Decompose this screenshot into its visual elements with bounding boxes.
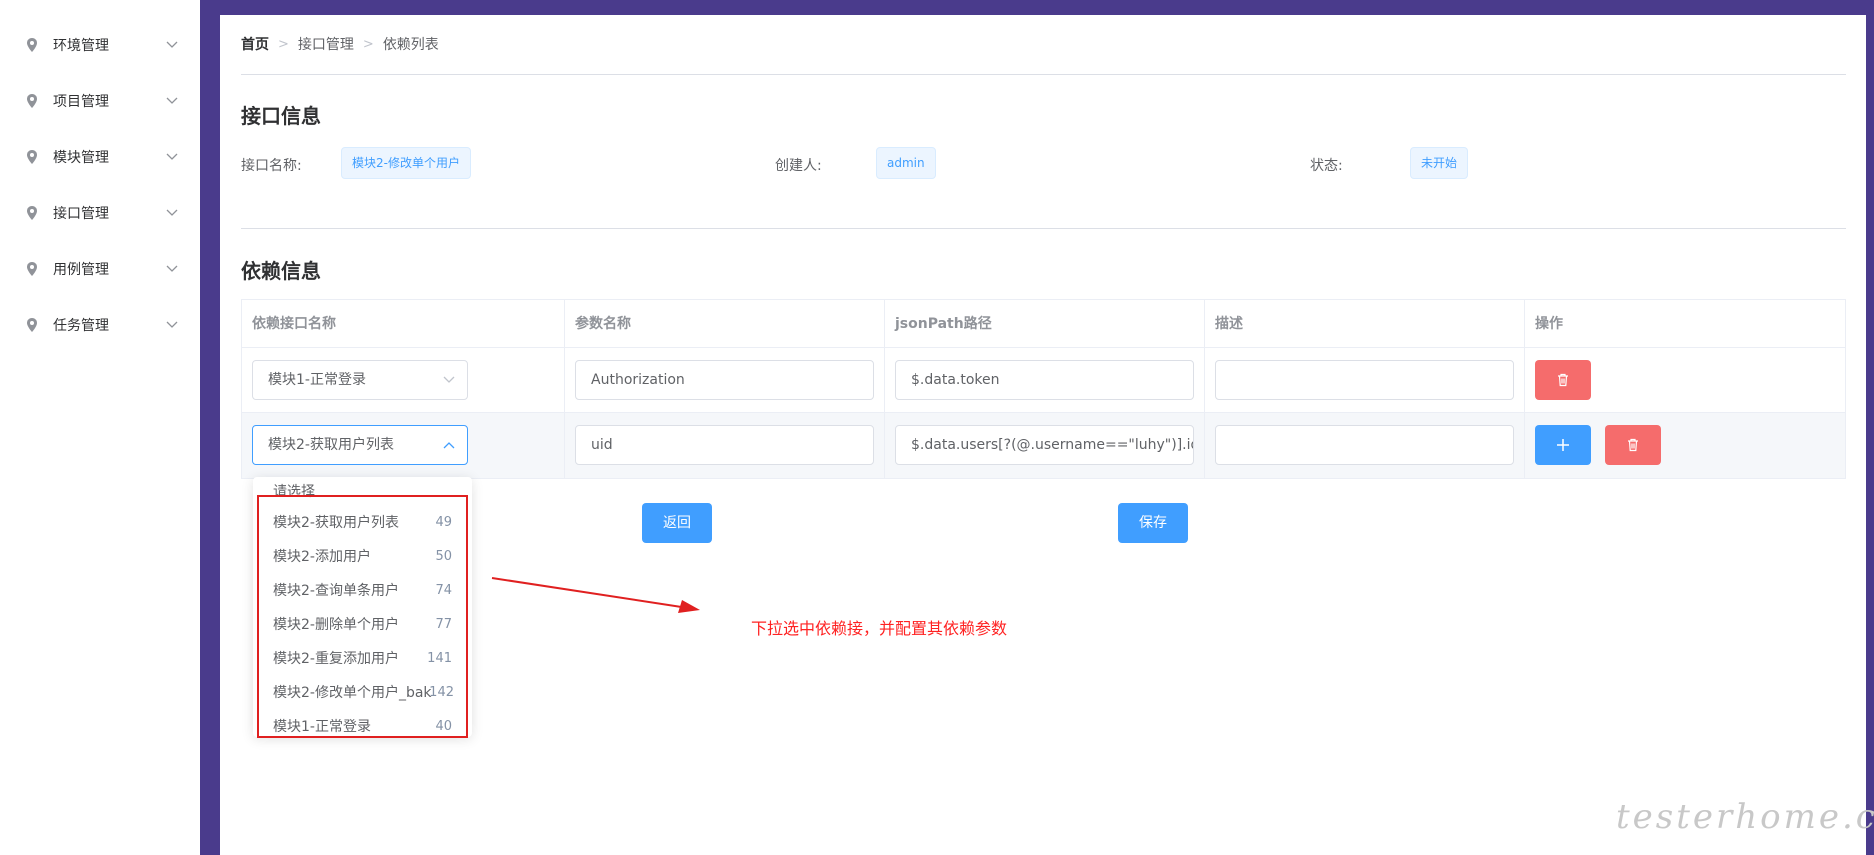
sidebar-item-label: 任务管理 (53, 318, 109, 334)
column-header: 操作 (1535, 316, 1563, 332)
column-header: 依赖接口名称 (242, 300, 565, 348)
chevron-up-icon (443, 442, 455, 449)
description-input[interactable] (1215, 425, 1514, 465)
breadcrumb-current: 依赖列表 (382, 37, 439, 53)
sidebar-item-label: 用例管理 (53, 262, 109, 278)
status-label: 状态: (1310, 158, 1343, 174)
location-pin-icon (27, 150, 37, 164)
breadcrumb-interface[interactable]: 接口管理 (298, 34, 354, 54)
watermark: testerhome.com (1616, 797, 1874, 837)
plus-icon (1557, 439, 1569, 451)
creator-tag: admin (876, 147, 936, 179)
breadcrumb: 首页 > 接口管理 > 依赖列表 (241, 34, 439, 54)
column-header: jsonPath路径 (885, 300, 1205, 348)
dependency-interface-select[interactable]: 模块1-正常登录 (252, 360, 468, 400)
param-name-input[interactable]: Authorization (575, 360, 874, 400)
chevron-down-icon (166, 97, 178, 104)
annotation-text: 下拉选中依赖接，并配置其依赖参数 (751, 619, 1008, 638)
divider (241, 74, 1846, 75)
delete-button[interactable] (1605, 425, 1661, 465)
breadcrumb-home[interactable]: 首页 (241, 34, 269, 54)
sidebar-item-interface[interactable]: 接口管理 (0, 185, 200, 241)
table-row: 模块2-获取用户列表 uid $.data.users[?(@.username… (242, 413, 1845, 478)
dependency-info-title: 依赖信息 (241, 259, 321, 283)
dependency-interface-select[interactable]: 模块2-获取用户列表 (252, 425, 468, 465)
location-pin-icon (27, 262, 37, 276)
chevron-down-icon (166, 321, 178, 328)
interface-info-title: 接口信息 (241, 104, 321, 128)
jsonpath-input[interactable]: $.data.token (895, 360, 1194, 400)
location-pin-icon (27, 318, 37, 332)
sidebar-item-env[interactable]: 环境管理 (0, 17, 200, 73)
sidebar-item-project[interactable]: 项目管理 (0, 73, 200, 129)
table-row: 模块1-正常登录 Authorization $.data.token (242, 348, 1845, 413)
chevron-down-icon (166, 153, 178, 160)
sidebar-item-testcase[interactable]: 用例管理 (0, 241, 200, 297)
jsonpath-input[interactable]: $.data.users[?(@.username=="luhy")].id (895, 425, 1194, 465)
add-row-button[interactable] (1535, 425, 1591, 465)
interface-name-tag: 模块2-修改单个用户 (341, 147, 471, 179)
chevron-down-icon (166, 265, 178, 272)
column-header: 描述 (1205, 300, 1525, 348)
sidebar-item-task[interactable]: 任务管理 (0, 297, 200, 353)
sidebar-item-label: 项目管理 (53, 94, 109, 110)
breadcrumb-separator: > (278, 36, 289, 52)
param-name-input[interactable]: uid (575, 425, 874, 465)
highlight-box (257, 495, 468, 738)
delete-button[interactable] (1535, 360, 1591, 400)
sidebar: 环境管理 项目管理 模块管理 接口管理 用例管理 任务管理 (0, 0, 200, 855)
trash-icon (1558, 373, 1568, 387)
column-header: 参数名称 (565, 300, 885, 348)
creator-label: 创建人: (775, 158, 822, 174)
description-input[interactable] (1215, 360, 1514, 400)
chevron-down-icon (166, 209, 178, 216)
location-pin-icon (27, 94, 37, 108)
annotation-arrow (491, 577, 700, 613)
save-button[interactable]: 保存 (1118, 503, 1188, 543)
select-value: 模块1-正常登录 (268, 372, 366, 388)
chevron-down-icon (443, 376, 455, 383)
status-tag: 未开始 (1410, 147, 1469, 179)
table-header: 依赖接口名称 参数名称 jsonPath路径 描述 操作 (242, 300, 1845, 348)
location-pin-icon (27, 206, 37, 220)
sidebar-item-label: 环境管理 (53, 38, 109, 54)
back-button[interactable]: 返回 (642, 503, 712, 543)
dependency-table: 依赖接口名称 参数名称 jsonPath路径 描述 操作 模块1-正常登录 Au… (241, 299, 1846, 479)
chevron-down-icon (166, 41, 178, 48)
sidebar-item-module[interactable]: 模块管理 (0, 129, 200, 185)
breadcrumb-separator: > (362, 36, 374, 52)
divider (241, 228, 1846, 229)
sidebar-item-label: 接口管理 (53, 206, 109, 222)
interface-name-label: 接口名称: (241, 158, 302, 174)
location-pin-icon (27, 38, 37, 52)
trash-icon (1628, 438, 1638, 452)
sidebar-item-label: 模块管理 (53, 150, 109, 166)
select-value: 模块2-获取用户列表 (268, 437, 394, 453)
